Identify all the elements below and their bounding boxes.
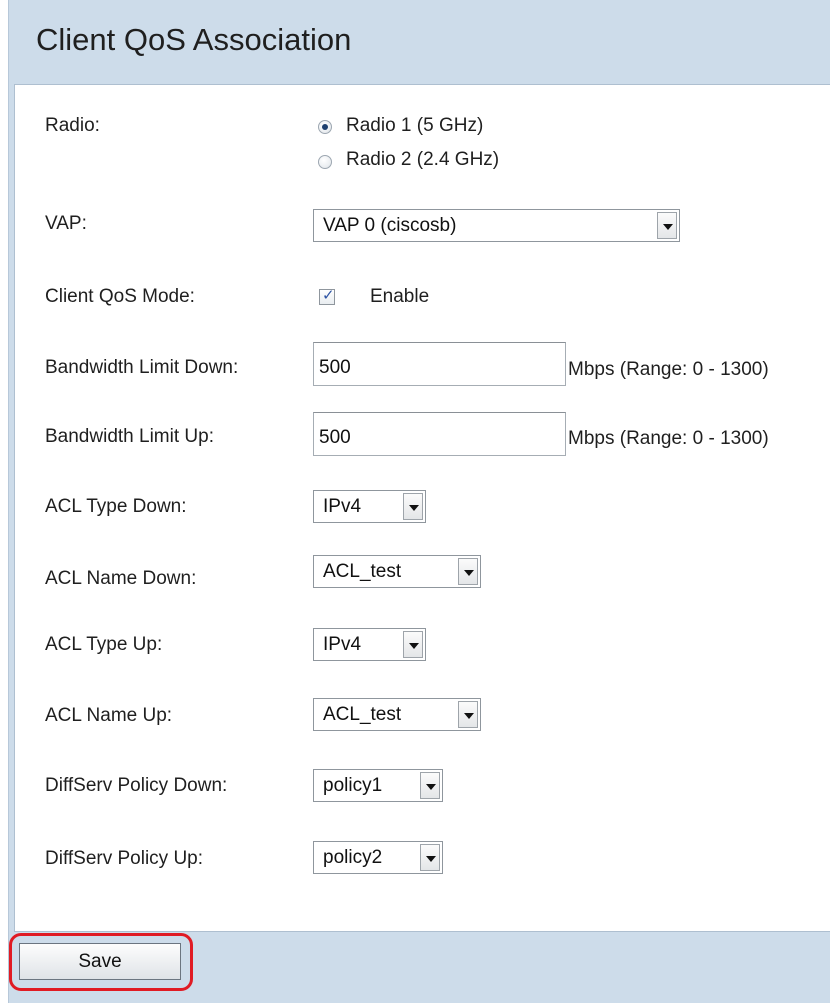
- acl-name-up-select[interactable]: ACL_test: [313, 698, 481, 731]
- acl-type-down-select[interactable]: IPv4: [313, 490, 426, 523]
- radio-selected-dot: [322, 124, 328, 130]
- acl-name-down-select[interactable]: ACL_test: [313, 555, 481, 588]
- checkmark-icon: ✓: [322, 287, 335, 304]
- bandwidth-down-label: Bandwidth Limit Down:: [45, 357, 239, 378]
- bandwidth-up-unit: Mbps (Range: 0 - 1300): [568, 428, 769, 449]
- chevron-down-icon[interactable]: [657, 212, 677, 239]
- bandwidth-down-input[interactable]: [313, 342, 566, 386]
- bandwidth-up-label: Bandwidth Limit Up:: [45, 426, 214, 447]
- chevron-down-icon[interactable]: [403, 493, 423, 520]
- diffserv-up-value: policy2: [323, 847, 383, 868]
- vap-select[interactable]: VAP 0 (ciscosb): [313, 209, 680, 242]
- acl-name-up-value: ACL_test: [323, 704, 402, 725]
- bandwidth-down-unit: Mbps (Range: 0 - 1300): [568, 359, 769, 380]
- acl-type-up-label: ACL Type Up:: [45, 634, 163, 655]
- save-highlight-outline: [9, 933, 193, 991]
- diffserv-up-select[interactable]: policy2: [313, 841, 443, 874]
- vap-label: VAP:: [45, 213, 87, 234]
- chevron-down-icon[interactable]: [458, 701, 478, 728]
- radio-1-label: Radio 1 (5 GHz): [346, 115, 484, 136]
- client-qos-mode-label: Client QoS Mode:: [45, 286, 195, 307]
- acl-name-up-label: ACL Name Up:: [45, 705, 173, 726]
- radio-2-label: Radio 2 (2.4 GHz): [346, 149, 500, 170]
- chevron-down-icon[interactable]: [420, 772, 440, 799]
- diffserv-down-value: policy1: [323, 775, 383, 796]
- page-title: Client QoS Association: [36, 22, 352, 57]
- diffserv-down-select[interactable]: policy1: [313, 769, 443, 802]
- acl-type-up-select[interactable]: IPv4: [313, 628, 426, 661]
- acl-type-down-value: IPv4: [323, 496, 362, 517]
- enable-label: Enable: [370, 286, 430, 307]
- radio-label: Radio:: [45, 115, 100, 136]
- chevron-down-icon[interactable]: [403, 631, 423, 658]
- bandwidth-up-input[interactable]: [313, 412, 566, 456]
- acl-type-down-label: ACL Type Down:: [45, 496, 187, 517]
- chevron-down-icon[interactable]: [458, 558, 478, 585]
- acl-type-up-value: IPv4: [323, 634, 362, 655]
- acl-name-down-value: ACL_test: [323, 561, 402, 582]
- diffserv-up-label: DiffServ Policy Up:: [45, 848, 204, 869]
- chevron-down-icon[interactable]: [420, 844, 440, 871]
- radio-1-button[interactable]: [318, 120, 332, 134]
- radio-2-button[interactable]: [318, 155, 332, 169]
- vap-value: VAP 0 (ciscosb): [323, 215, 457, 236]
- enable-checkbox[interactable]: ✓: [319, 287, 335, 305]
- diffserv-down-label: DiffServ Policy Down:: [45, 775, 228, 796]
- acl-name-down-label: ACL Name Down:: [45, 568, 197, 589]
